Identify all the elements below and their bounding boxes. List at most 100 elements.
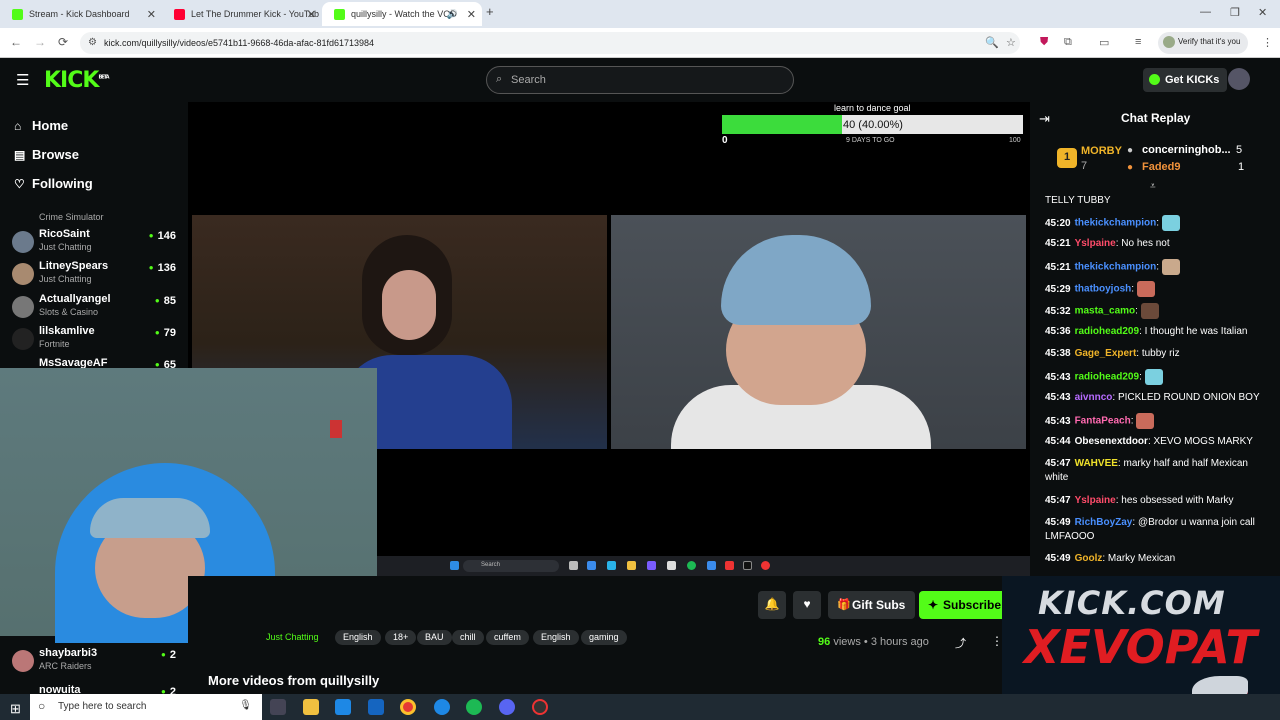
zoom-icon[interactable]: 🔍	[985, 36, 999, 49]
tag[interactable]: cuffem	[486, 630, 529, 645]
task-view-icon[interactable]	[270, 699, 286, 715]
category-link[interactable]: Just Chatting	[266, 632, 319, 642]
tag[interactable]: English	[335, 630, 381, 645]
user-avatar[interactable]	[1228, 68, 1250, 90]
expand-leaderboard-icon[interactable]: ⩡	[1150, 181, 1156, 192]
site-info-icon[interactable]: ⚙	[88, 37, 97, 48]
tab-kick-dashboard[interactable]: Stream - Kick Dashboard ✕	[0, 2, 162, 26]
subscribe-button[interactable]: ✦ Subscribe	[919, 591, 1002, 619]
sidebar-channel-lilskamlive[interactable]: lilskamlive Fortnite 79	[12, 325, 182, 357]
close-tab-icon[interactable]: ✕	[467, 8, 476, 21]
notification-bell-button[interactable]: 🔔	[758, 591, 786, 619]
browser-menu-icon[interactable]: ⋮	[1262, 36, 1273, 49]
share-icon[interactable]: ⤴	[955, 635, 966, 651]
search-input[interactable]: ⌕ Search	[486, 66, 794, 94]
chat-timestamp: 45:49	[1045, 517, 1071, 528]
windows-search-input[interactable]: ○ Type here to search 🎙	[30, 694, 262, 720]
reload-icon[interactable]: ⟳	[58, 35, 68, 49]
shield-extension-icon[interactable]: ⛊	[1040, 36, 1048, 49]
chat-username[interactable]: radiohead209	[1075, 326, 1139, 337]
tag[interactable]: BAU	[417, 630, 452, 645]
file-explorer-icon[interactable]	[303, 699, 319, 715]
avatar	[12, 296, 34, 318]
obs-icon[interactable]	[532, 699, 548, 715]
store-icon[interactable]	[335, 699, 351, 715]
logo-beta: BETA	[98, 74, 109, 81]
chat-username[interactable]: Goolz	[1075, 553, 1103, 564]
kick-logo[interactable]: KICKBETA	[44, 68, 110, 93]
leader-name[interactable]: concerninghob...	[1142, 144, 1231, 156]
media-controls-icon[interactable]: ≡	[1135, 36, 1141, 48]
tab-youtube[interactable]: Let The Drummer Kick - YouTub ✕	[162, 2, 322, 26]
profile-avatar-icon	[1163, 36, 1175, 48]
follow-heart-button[interactable]: ♥	[793, 591, 821, 619]
close-tab-icon[interactable]: ✕	[307, 8, 316, 21]
get-kicks-button[interactable]: Get KICKs	[1143, 68, 1228, 92]
verify-label: Verify that it's you	[1178, 37, 1241, 46]
chat-message: 45:21 Yslpaine: No hes not	[1045, 237, 1273, 251]
chat-message: 45:43 aivnnco: PICKLED ROUND ONION BOY	[1045, 391, 1273, 405]
tag[interactable]: chill	[452, 630, 484, 645]
spotify-icon[interactable]	[466, 699, 482, 715]
discord-icon[interactable]	[499, 699, 515, 715]
address-bar[interactable]: ⚙ kick.com/quillysilly/videos/e5741b11-9…	[80, 32, 1020, 54]
minimize-icon[interactable]: —	[1200, 6, 1211, 18]
chat-username[interactable]: Gage_Expert	[1075, 348, 1137, 359]
taskview-icon	[569, 561, 578, 570]
forward-icon[interactable]: →	[34, 35, 46, 49]
views-label: views	[833, 636, 861, 648]
chat-username[interactable]: radiohead209	[1075, 372, 1139, 383]
collapse-chat-icon[interactable]: ⇥	[1039, 111, 1050, 127]
chat-username[interactable]: Yslpaine	[1075, 238, 1116, 249]
app-icon	[647, 561, 656, 570]
tab-quillysilly-vod[interactable]: quillysilly - Watch the VOD 🔊 ✕	[322, 2, 482, 26]
sidebar-channel-ricosaint[interactable]: RicoSaint Just Chatting 146	[12, 228, 182, 260]
verify-profile-button[interactable]: Verify that it's you	[1158, 32, 1249, 54]
sidebar-item-following[interactable]: ♡ Following	[14, 176, 93, 191]
chat-message: 45:32 masta_camo:	[1045, 303, 1273, 319]
edge-icon[interactable]	[434, 699, 450, 715]
audio-playing-icon[interactable]: 🔊	[447, 9, 458, 20]
sidebar-item-browse[interactable]: ▤ Browse	[14, 147, 79, 162]
chat-timestamp: 45:43	[1045, 371, 1071, 383]
chat-username[interactable]: thekickchampion	[1075, 218, 1157, 229]
bookmark-star-icon[interactable]: ☆	[1006, 36, 1016, 49]
tag[interactable]: 18+	[385, 630, 417, 645]
extensions-icon[interactable]: ⧉	[1064, 36, 1072, 49]
leader-name[interactable]: MORBY	[1081, 145, 1122, 157]
close-tab-icon[interactable]: ✕	[147, 8, 156, 21]
chrome-icon[interactable]	[400, 699, 416, 715]
gift-subs-button[interactable]: 🎁 Gift Subs	[828, 591, 916, 619]
hamburger-menu-icon[interactable]: ☰	[16, 71, 29, 89]
chat-username[interactable]: thekickchampion	[1075, 262, 1157, 273]
chat-username[interactable]: aivnnco	[1075, 392, 1113, 403]
leader-name[interactable]: Faded9	[1142, 161, 1181, 173]
chat-username[interactable]: RichBoyZay	[1075, 517, 1133, 528]
restore-icon[interactable]: ❐	[1230, 6, 1240, 19]
search-icon: ○	[38, 699, 46, 713]
windows-start-icon[interactable]: ⊞	[10, 701, 21, 717]
new-tab-icon[interactable]: +	[486, 4, 494, 19]
sidebar-channel-actuallyangel[interactable]: Actuallyangel Slots & Casino 85	[12, 293, 182, 325]
cast-icon[interactable]: ▭	[1099, 36, 1109, 49]
gift-icon: 🎁	[837, 599, 851, 611]
chat-timestamp: 45:47	[1045, 495, 1071, 506]
chat-username[interactable]: WAHVEE	[1075, 458, 1118, 469]
tag[interactable]: gaming	[581, 630, 627, 645]
sidebar-channel-shaybarbi3[interactable]: shaybarbi3 ARC Raiders 2	[12, 647, 182, 679]
tag[interactable]: English	[533, 630, 579, 645]
sidebar-item-home[interactable]: ⌂ Home	[14, 118, 68, 133]
sidebar-channel-litneyspears[interactable]: LitneySpears Just Chatting 136	[12, 260, 182, 292]
chat-timestamp: 45:21	[1045, 238, 1071, 249]
chat-username[interactable]: thatboyjosh	[1075, 284, 1132, 295]
chat-separator: :	[1139, 371, 1145, 383]
back-icon[interactable]: ←	[10, 35, 22, 49]
chat-username[interactable]: Obesenextdoor	[1075, 436, 1148, 447]
chat-username[interactable]: masta_camo	[1075, 306, 1136, 317]
microphone-icon[interactable]: 🎙	[239, 700, 252, 711]
close-window-icon[interactable]: ✕	[1258, 6, 1267, 19]
chat-username[interactable]: FantaPeach	[1075, 416, 1131, 427]
chat-username[interactable]: Yslpaine	[1075, 495, 1116, 506]
sidebar-channel-nowuita[interactable]: nowuita 2	[12, 684, 182, 694]
mail-icon[interactable]	[368, 699, 384, 715]
